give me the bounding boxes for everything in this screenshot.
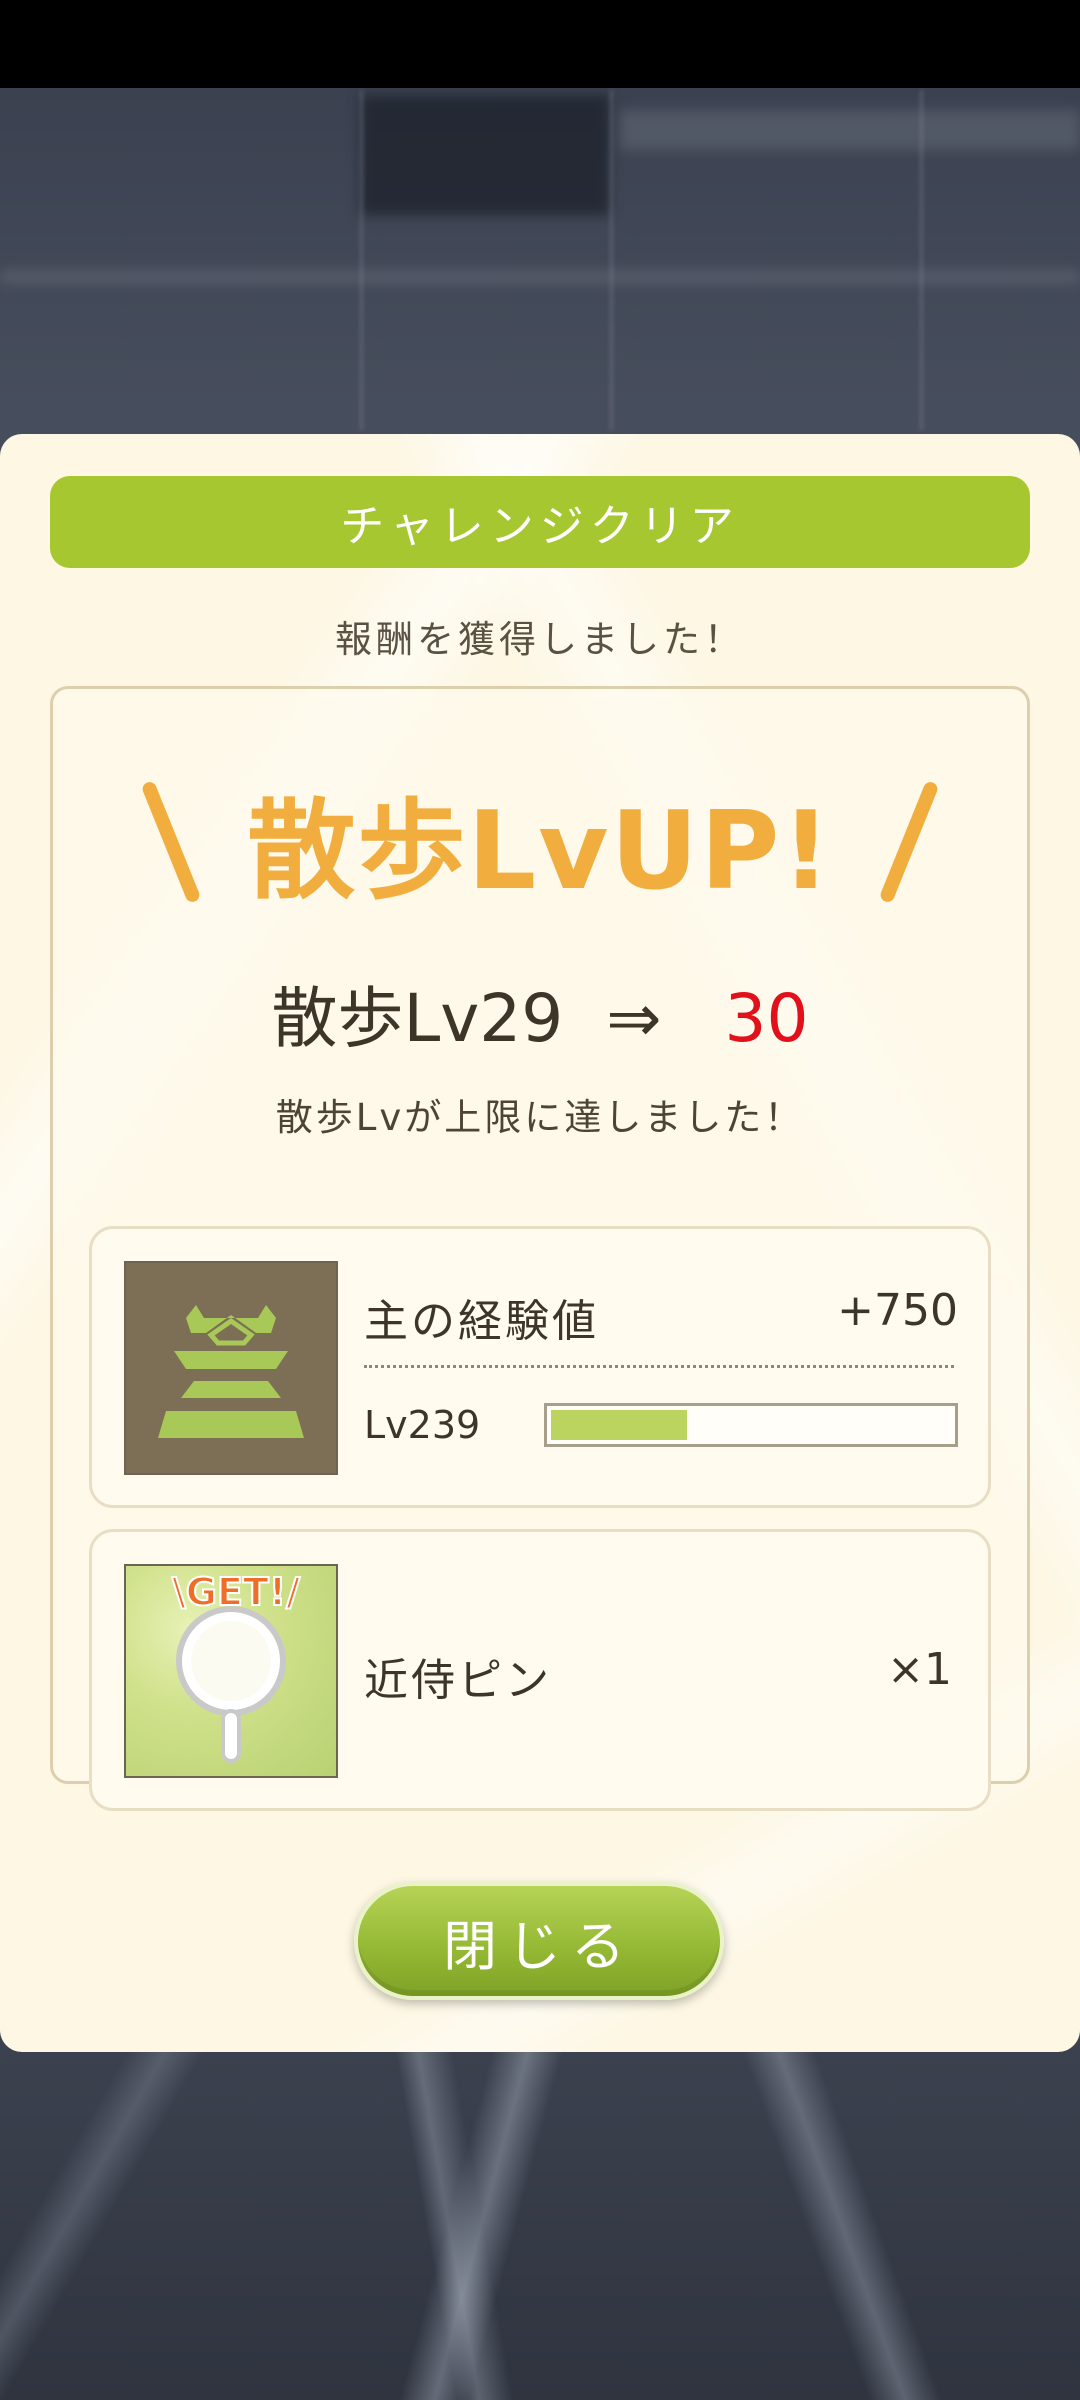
background-line xyxy=(920,90,923,430)
light-rays xyxy=(0,2050,1080,2400)
background-shape xyxy=(360,95,610,215)
pin-icon: \GET!/ xyxy=(124,1564,338,1778)
limit-note: 散歩Lvが上限に達しました！ xyxy=(275,1096,805,1139)
close-button-label: 閉じる xyxy=(443,1914,635,1978)
dialog-subtitle: 報酬を獲得しました！ xyxy=(335,618,745,661)
background-shape xyxy=(0,270,1080,284)
get-badge: \GET!/ xyxy=(171,1569,301,1615)
castle-icon xyxy=(124,1261,338,1475)
close-button[interactable]: 閉じる xyxy=(354,1882,724,2000)
reward-content-box: 散歩LvUP! 散歩Lv29 ⇒ 30 散歩Lvが上限に達しました！ 主の経験値… xyxy=(50,686,1030,1811)
slash-decoration xyxy=(140,780,202,904)
exp-amount: +750 xyxy=(837,1285,958,1336)
slash-decoration xyxy=(878,780,940,904)
item-quantity: ×1 xyxy=(887,1644,952,1695)
status-bar xyxy=(0,0,1080,88)
lvup-banner: 散歩LvUP! xyxy=(53,764,1027,920)
dialog-title: チャレンジクリア xyxy=(340,501,740,552)
level-from: 散歩Lv29 xyxy=(271,980,564,1057)
background-line xyxy=(610,90,613,430)
reward-dialog: チャレンジクリア 報酬を獲得しました！ 散歩LvUP! 散歩Lv29 ⇒ 30 … xyxy=(0,434,1080,2052)
reward-card-item: \GET!/ 近侍ピン ×1 xyxy=(89,1529,991,1811)
arrow-icon: ⇒ xyxy=(606,980,662,1057)
level-to: 30 xyxy=(724,980,809,1057)
exp-progress-bar xyxy=(544,1403,958,1447)
dialog-header: チャレンジクリア xyxy=(50,476,1030,568)
background-shape xyxy=(620,110,1080,150)
divider xyxy=(364,1365,954,1368)
exp-progress-fill xyxy=(551,1410,687,1440)
reward-name: 主の経験値 xyxy=(364,1296,599,1347)
lvup-title: 散歩LvUP! xyxy=(247,789,833,914)
reward-card-exp: 主の経験値 +750 Lv239 xyxy=(89,1226,991,1508)
player-level: Lv239 xyxy=(364,1403,481,1447)
reward-name: 近侍ピン xyxy=(364,1655,552,1706)
level-change: 散歩Lv29 ⇒ 30 xyxy=(53,965,1027,1061)
background-line xyxy=(360,90,363,430)
